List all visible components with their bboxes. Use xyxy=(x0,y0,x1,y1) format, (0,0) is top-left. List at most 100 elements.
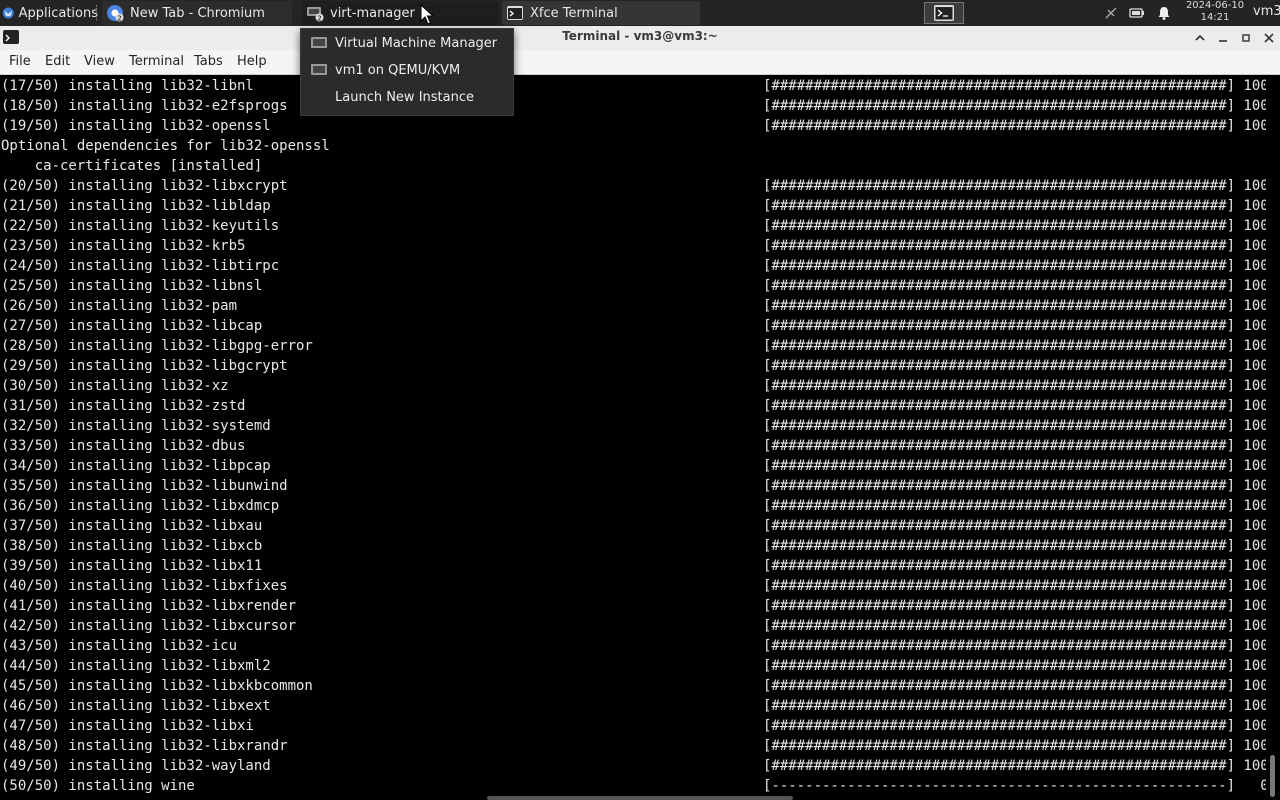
progress-bar-text: [#######################################… xyxy=(763,98,1266,114)
terminal-line: (34/50) installing lib32-libpcap xyxy=(1,458,271,474)
workspace-switcher[interactable] xyxy=(924,2,964,24)
terminal-line: (22/50) installing lib32-keyutils xyxy=(1,218,280,234)
terminal-line: Optional dependencies for lib32-openssl xyxy=(1,138,330,154)
progress-bar-text: [#######################################… xyxy=(763,298,1266,314)
progress-bar-text: [#######################################… xyxy=(763,718,1266,734)
terminal-line: (31/50) installing lib32-zstd xyxy=(1,398,246,414)
progress-bar-text: [#######################################… xyxy=(763,558,1266,574)
progress-bar-text: [#######################################… xyxy=(763,278,1266,294)
scrollbar-thumb[interactable] xyxy=(1270,755,1275,797)
progress-bar-text: [#######################################… xyxy=(763,498,1266,514)
terminal-line: (32/50) installing lib32-systemd xyxy=(1,418,271,434)
applications-menu-button[interactable]: Applications xyxy=(0,0,98,26)
battery-icon[interactable] xyxy=(1129,5,1145,21)
svg-text:2: 2 xyxy=(317,15,321,23)
taskbar-chromium[interactable]: 2 New Tab - Chromium xyxy=(102,1,292,25)
progress-bar-text: [#######################################… xyxy=(763,118,1266,134)
panel-separator xyxy=(96,5,99,21)
terminal-line: (25/50) installing lib32-libnsl xyxy=(1,278,263,294)
virt-manager-icon: 2 xyxy=(306,4,324,23)
menu-file[interactable]: File xyxy=(9,54,31,69)
progress-bar-text: [#######################################… xyxy=(763,738,1266,754)
terminal-icon xyxy=(934,5,954,21)
terminal-line: (28/50) installing lib32-libgpg-error xyxy=(1,338,313,354)
progress-bar-text: [#######################################… xyxy=(763,478,1266,494)
progress-bar-text: [#######################################… xyxy=(763,698,1266,714)
progress-bar-text: [#######################################… xyxy=(763,338,1266,354)
virt-manager-icon xyxy=(311,37,327,48)
mouse-cursor-icon xyxy=(420,4,434,25)
popup-item-label: Launch New Instance xyxy=(335,89,474,105)
menu-terminal[interactable]: Terminal xyxy=(129,54,184,69)
clock[interactable]: 2024-06-10 14:21 xyxy=(1184,0,1246,24)
taskbar-chromium-label: New Tab - Chromium xyxy=(130,5,265,21)
menu-edit[interactable]: Edit xyxy=(45,54,70,69)
progress-bar-text: [#######################################… xyxy=(763,598,1266,614)
vertical-scrollbar[interactable] xyxy=(1266,75,1280,800)
taskbar-xfce-terminal-label: Xfce Terminal xyxy=(530,5,618,21)
maximize-up-button[interactable] xyxy=(1190,28,1210,48)
terminal-line: (18/50) installing lib32-e2fsprogs xyxy=(1,98,288,114)
virtual-machine-icon xyxy=(311,64,327,75)
progress-bar-text: [#######################################… xyxy=(763,578,1266,594)
menu-view[interactable]: View xyxy=(84,54,115,69)
progress-bar-text: [#######################################… xyxy=(763,378,1266,394)
progress-bar-text: [#######################################… xyxy=(763,358,1266,374)
terminal-line: (47/50) installing lib32-libxi xyxy=(1,718,254,734)
terminal-output[interactable]: (17/50) installing lib32-libnl [#########… xyxy=(0,75,1266,800)
terminal-line: (39/50) installing lib32-libx11 xyxy=(1,558,263,574)
close-button[interactable] xyxy=(1259,28,1279,48)
applications-label: Applications xyxy=(18,5,98,21)
chromium-icon: 2 xyxy=(106,4,124,23)
menu-help[interactable]: Help xyxy=(237,54,267,69)
popup-item-vm1[interactable]: vm1 on QEMU/KVM xyxy=(301,57,513,83)
taskbar-xfce-terminal[interactable]: Xfce Terminal xyxy=(502,1,700,25)
minimize-icon xyxy=(1219,40,1227,42)
terminal-line: (33/50) installing lib32-dbus xyxy=(1,438,246,454)
popup-item-virtual-machine-manager[interactable]: Virtual Machine Manager xyxy=(301,30,513,56)
terminal-line: (48/50) installing lib32-libxrandr xyxy=(1,738,288,754)
user-menu[interactable]: vm3 xyxy=(1253,4,1280,19)
popup-item-launch-new-instance[interactable]: Launch New Instance xyxy=(301,84,513,110)
progress-bar-text: [#######################################… xyxy=(763,198,1266,214)
maximize-button[interactable] xyxy=(1236,28,1256,48)
terminal-line: (27/50) installing lib32-libcap xyxy=(1,318,263,334)
progress-bar-text: [#######################################… xyxy=(763,258,1266,274)
menu-bar: File Edit View Terminal Tabs Help xyxy=(0,50,1280,75)
xfce-logo-icon xyxy=(2,7,14,19)
taskbar-virt-manager[interactable]: 2 virt-manager xyxy=(302,1,498,25)
popup-item-label: Virtual Machine Manager xyxy=(335,35,498,51)
terminal-line: (26/50) installing lib32-pam xyxy=(1,298,238,314)
horizontal-scroll-indicator xyxy=(487,796,793,800)
progress-bar-text: [#######################################… xyxy=(763,438,1266,454)
window-titlebar[interactable]: Terminal - vm3@vm3:~ xyxy=(0,26,1280,51)
progress-bar-text: [#######################################… xyxy=(763,418,1266,434)
terminal-line: (38/50) installing lib32-libxcb xyxy=(1,538,263,554)
notification-bell-icon[interactable] xyxy=(1156,5,1172,21)
progress-bar-text: [#######################################… xyxy=(763,78,1266,94)
terminal-line: (17/50) installing lib32-libnl xyxy=(1,78,254,94)
terminal-line: (35/50) installing lib32-libunwind xyxy=(1,478,288,494)
maximize-icon xyxy=(1242,34,1250,42)
network-disconnected-icon[interactable] xyxy=(1103,5,1119,21)
terminal-line: (45/50) installing lib32-libxkbcommon xyxy=(1,678,313,694)
terminal-line: (36/50) installing lib32-libxdmcp xyxy=(1,498,280,514)
progress-bar-text: [#######################################… xyxy=(763,218,1266,234)
minimize-button[interactable] xyxy=(1213,28,1233,48)
terminal-line: (37/50) installing lib32-libxau xyxy=(1,518,263,534)
close-icon xyxy=(1264,33,1274,43)
chevron-up-icon xyxy=(1195,34,1205,41)
progress-bar-text: [#######################################… xyxy=(763,638,1266,654)
terminal-line: (19/50) installing lib32-openssl xyxy=(1,118,271,134)
top-panel: Applications 2 New Tab - Chromium 2 virt… xyxy=(0,0,1280,26)
terminal-line: (44/50) installing lib32-libxml2 xyxy=(1,658,271,674)
terminal-line: (50/50) installing wine xyxy=(1,778,195,794)
terminal-line: (24/50) installing lib32-libtirpc xyxy=(1,258,280,274)
terminal-line: (40/50) installing lib32-libxfixes xyxy=(1,578,288,594)
progress-bar-text: [#######################################… xyxy=(763,458,1266,474)
progress-bar-text: [#######################################… xyxy=(763,678,1266,694)
terminal-line: (23/50) installing lib32-krb5 xyxy=(1,238,246,254)
popup-item-label: vm1 on QEMU/KVM xyxy=(335,62,461,78)
progress-bar-text: [#######################################… xyxy=(763,518,1266,534)
menu-tabs[interactable]: Tabs xyxy=(194,54,223,69)
